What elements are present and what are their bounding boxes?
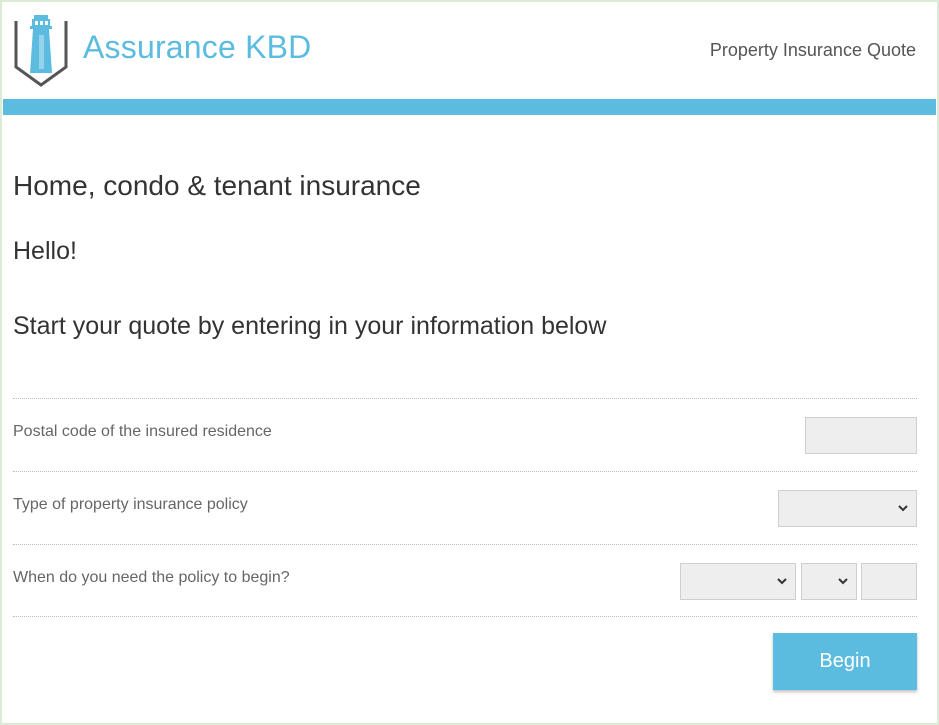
chevron-down-icon (898, 505, 908, 512)
chevron-down-icon (777, 578, 787, 585)
greeting-text: Hello! (13, 237, 77, 265)
start-month-select[interactable] (680, 563, 796, 600)
chevron-down-icon (838, 578, 848, 585)
site-header: Assurance KBD Property Insurance Quote (3, 3, 934, 99)
start-year-input[interactable] (861, 563, 917, 600)
begin-button[interactable]: Begin (773, 633, 917, 690)
instruction-text: Start your quote by entering in your inf… (13, 312, 607, 340)
page-subtitle: Property Insurance Quote (709, 40, 916, 60)
page-title: Home, condo & tenant insurance (13, 170, 421, 201)
accent-bar (3, 99, 936, 115)
lighthouse-shield-icon (14, 15, 68, 87)
postal-code-input[interactable] (805, 417, 917, 454)
postal-code-label: Postal code of the insured residence (13, 423, 272, 440)
brand-name: Assurance KBD (83, 29, 312, 65)
form-row-start-date: When do you need the policy to begin? (13, 544, 917, 617)
start-date-label: When do you need the policy to begin? (13, 569, 290, 586)
policy-type-select[interactable] (778, 490, 917, 527)
form-row-policy-type: Type of property insurance policy (13, 471, 917, 544)
policy-type-label: Type of property insurance policy (13, 496, 248, 513)
form-row-postal-code: Postal code of the insured residence (13, 398, 917, 471)
start-day-select[interactable] (801, 563, 857, 600)
